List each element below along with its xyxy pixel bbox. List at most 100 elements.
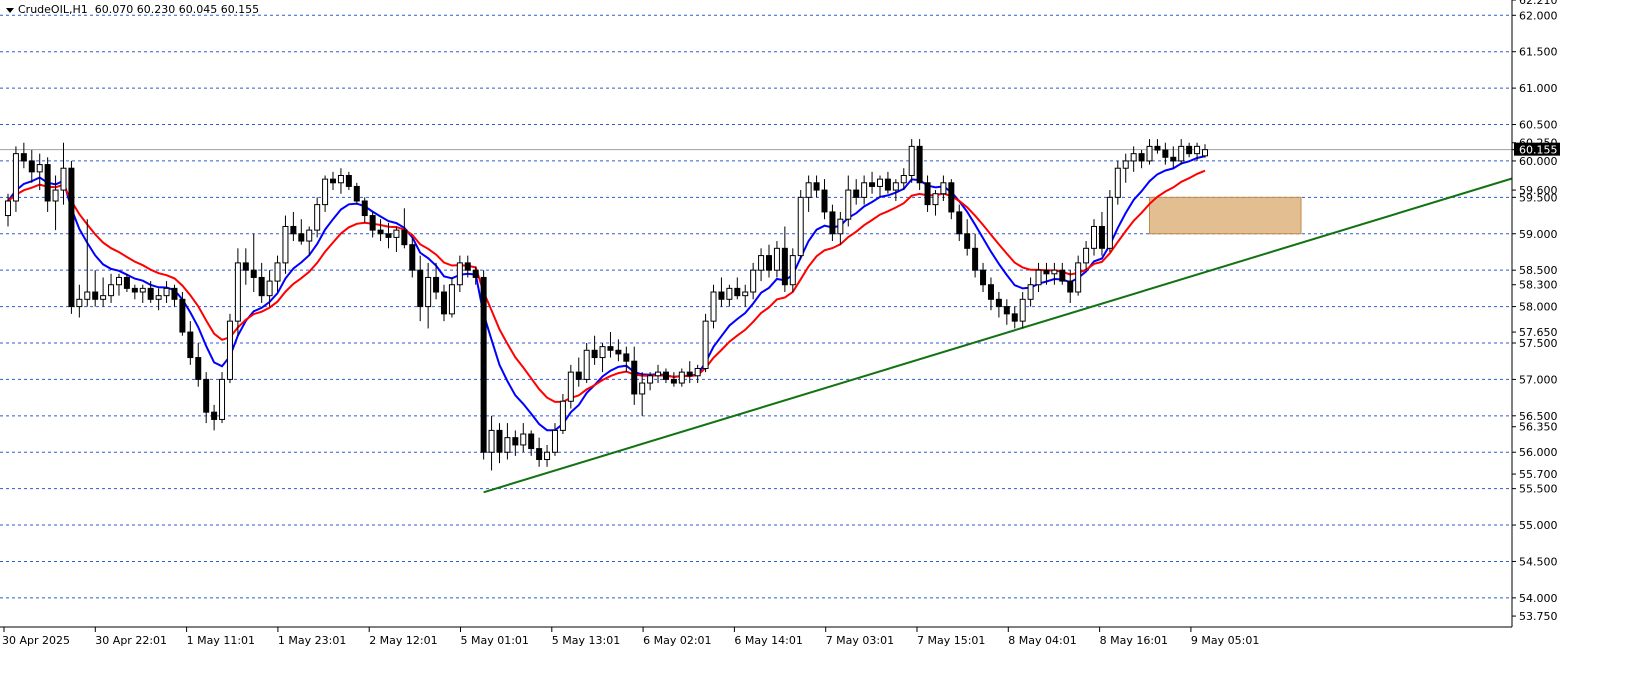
- candle-body: [932, 193, 939, 206]
- candle-body: [187, 331, 194, 359]
- candle-body: [1011, 313, 1018, 322]
- candle-body: [242, 262, 249, 271]
- candle-body: [536, 448, 543, 461]
- candle-body: [1154, 145, 1161, 151]
- candle-body: [916, 145, 923, 184]
- candle-body: [797, 196, 804, 257]
- candle-body: [773, 247, 780, 271]
- candle-body: [377, 229, 384, 235]
- candle-body: [750, 269, 757, 293]
- candle-body: [678, 371, 685, 384]
- candle-body: [1075, 262, 1082, 293]
- candle-body: [203, 378, 210, 413]
- candle-body: [234, 262, 241, 322]
- price-label: 58.000: [1519, 301, 1558, 314]
- candle-body: [845, 189, 852, 220]
- candle-body: [1178, 145, 1185, 162]
- candle-body: [805, 182, 812, 198]
- candle-body: [718, 291, 725, 300]
- candle-body: [92, 291, 99, 300]
- candle-body: [322, 178, 329, 206]
- candle-body: [163, 287, 170, 297]
- candle-body: [908, 145, 915, 177]
- candle-body: [662, 371, 669, 380]
- time-label: 1 May 23:01: [278, 634, 346, 647]
- candle-body: [766, 255, 773, 271]
- price-label: 54.000: [1519, 592, 1558, 605]
- candle-body: [28, 160, 35, 173]
- candle-body: [100, 295, 107, 300]
- price-label: 60.500: [1519, 119, 1558, 132]
- candle-body: [20, 153, 27, 162]
- price-label: 59.500: [1519, 191, 1558, 204]
- candle-body: [742, 291, 749, 297]
- candle-body: [995, 298, 1002, 308]
- candle-body: [544, 451, 551, 461]
- candle-body: [456, 262, 463, 286]
- candle-body: [1194, 145, 1201, 155]
- time-label: 30 Apr 2025: [2, 634, 70, 647]
- candle-body: [821, 189, 828, 213]
- candle-body: [876, 178, 883, 187]
- candle-body: [980, 269, 987, 286]
- price-label: 57.000: [1519, 373, 1558, 386]
- candle-body: [1202, 149, 1208, 157]
- price-label: 60.000: [1519, 155, 1558, 168]
- time-label: 7 May 03:01: [826, 634, 894, 647]
- candle-body: [591, 349, 598, 359]
- price-label: 56.350: [1519, 421, 1558, 434]
- candle-body: [60, 167, 67, 191]
- price-label: 62.210: [1519, 0, 1558, 7]
- candle-body: [5, 200, 11, 217]
- candle-body: [1043, 269, 1050, 275]
- candle-body: [1091, 225, 1098, 249]
- candle-body: [1138, 153, 1145, 162]
- price-label: 61.000: [1519, 82, 1558, 95]
- candle-body: [1186, 145, 1193, 155]
- price-label: 58.500: [1519, 264, 1558, 277]
- candle-body: [813, 182, 820, 191]
- candle-body: [139, 287, 146, 293]
- candle-body: [964, 233, 971, 249]
- candle-body: [987, 284, 994, 300]
- symbol-label: CrudeOIL,H1: [18, 3, 88, 16]
- dropdown-triangle-icon[interactable]: [6, 7, 14, 13]
- candle-body: [686, 371, 693, 377]
- candle-body: [504, 437, 511, 453]
- zone-rect: [1149, 196, 1302, 235]
- candle-body: [647, 375, 654, 384]
- candle-body: [789, 255, 796, 286]
- trendline-line: [483, 177, 1513, 494]
- candle-body: [131, 287, 138, 293]
- candle-body: [1051, 269, 1058, 275]
- candle-body: [1170, 156, 1177, 162]
- candle-body: [52, 189, 59, 202]
- time-label: 2 May 12:01: [369, 634, 437, 647]
- candle-body: [385, 233, 392, 238]
- price-label: 57.500: [1519, 337, 1558, 350]
- candle-body: [1146, 145, 1153, 162]
- candle-body: [1027, 284, 1034, 300]
- candle-body: [956, 211, 963, 235]
- candle-body: [401, 229, 408, 246]
- candle-body: [219, 378, 226, 420]
- price-chart: 62.21062.00061.50061.00060.50060.25060.1…: [0, 0, 1560, 647]
- time-label: 5 May 01:01: [461, 634, 529, 647]
- candle-body: [615, 349, 622, 355]
- candle-body: [36, 164, 43, 173]
- candle-body: [583, 349, 590, 380]
- time-label: 6 May 14:01: [734, 634, 802, 647]
- candle-body: [337, 175, 344, 184]
- candle-body: [567, 371, 574, 402]
- chart-header: CrudeOIL,H1 60.070 60.230 60.045 60.155: [6, 3, 259, 16]
- candle-body: [361, 200, 368, 217]
- candle-body: [393, 229, 400, 238]
- candle-body: [1114, 167, 1121, 198]
- candle-body: [948, 182, 955, 213]
- candle-body: [480, 276, 487, 453]
- candle-body: [623, 353, 630, 362]
- candle-body: [274, 262, 281, 282]
- candle-body: [44, 164, 51, 202]
- candle-body: [123, 276, 130, 289]
- candle-body: [330, 178, 337, 184]
